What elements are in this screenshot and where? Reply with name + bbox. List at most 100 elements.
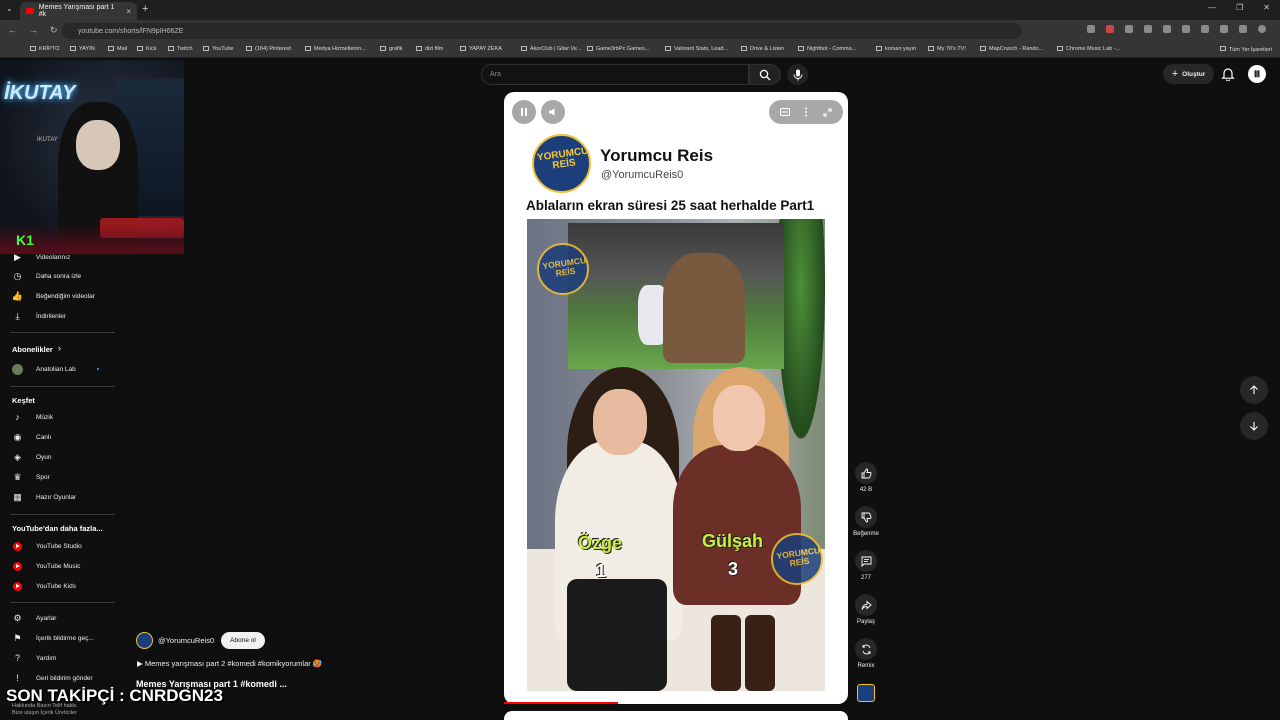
fullscreen-icon[interactable] bbox=[823, 108, 832, 117]
bookmark-item[interactable]: Chrome Music Lab -... bbox=[1057, 46, 1120, 52]
search-input[interactable]: Ara bbox=[481, 64, 749, 85]
bookmark-item[interactable]: YouTube bbox=[203, 46, 234, 52]
sidebar-item-beğendiğim-videolar[interactable]: 👍 Beğendiğim videolar bbox=[0, 286, 120, 306]
sidebar-item-youtube-kids[interactable]: YouTube Kids bbox=[0, 576, 120, 596]
bookmark-item[interactable]: AkorClub | Gitar Ve... bbox=[521, 46, 582, 52]
sidebar-item-label: YouTube Studio bbox=[36, 542, 82, 550]
extension-icon[interactable] bbox=[1087, 25, 1095, 33]
chevron-right-icon[interactable]: › bbox=[58, 343, 61, 353]
audio-source-thumbnail[interactable] bbox=[857, 684, 875, 702]
next-short-preview[interactable] bbox=[504, 711, 848, 720]
comments-action[interactable]: 277 bbox=[846, 550, 886, 581]
bookmark-item[interactable]: Kick bbox=[137, 46, 156, 52]
sidebar-item-youtube-studio[interactable]: YouTube Studio bbox=[0, 536, 120, 556]
arrow-up-icon bbox=[1250, 385, 1258, 394]
more-options-icon[interactable] bbox=[804, 107, 808, 117]
volume-button[interactable] bbox=[541, 100, 565, 124]
channel-logo[interactable]: YORUMCU REİS bbox=[532, 134, 591, 193]
sidebar-item-spor[interactable]: ♛ Spor bbox=[0, 467, 120, 487]
bookmark-item[interactable]: MapCrunch - Rando... bbox=[980, 46, 1043, 52]
sidebar-item-canlı[interactable]: ◉ Canlı bbox=[0, 427, 120, 447]
dislike-action[interactable]: Beğenme bbox=[846, 506, 886, 537]
arrow-down-icon bbox=[1250, 422, 1258, 431]
thumb-up-icon bbox=[861, 468, 871, 478]
extension-icon[interactable] bbox=[1144, 25, 1152, 33]
video-progress-bar[interactable] bbox=[504, 702, 618, 704]
previous-short-button[interactable] bbox=[1240, 376, 1268, 404]
sidebar-item-daha-sonra-izle[interactable]: ◷ Daha sonra izle bbox=[0, 266, 120, 286]
bookmark-item[interactable]: grafik bbox=[380, 46, 402, 52]
meta-channel-avatar[interactable] bbox=[136, 632, 153, 649]
subscriptions-heading[interactable]: Abonelikler bbox=[12, 345, 53, 354]
extension-icon[interactable] bbox=[1239, 25, 1247, 33]
footer-links-2[interactable]: Bize ulaşın İçerik Üreticiler bbox=[12, 710, 77, 717]
dislike-button[interactable] bbox=[855, 506, 877, 528]
extension-icon[interactable] bbox=[1182, 25, 1190, 33]
pause-button[interactable] bbox=[512, 100, 536, 124]
more-from-youtube-heading[interactable]: YouTube'dan daha fazla... bbox=[12, 524, 103, 533]
bookmarks-bar: Tüm Yer İşaretleri KRİPTO YAYIN Mail Kick Tw… bbox=[0, 42, 1280, 58]
sidebar-item-yardım[interactable]: ? Yardım bbox=[0, 648, 120, 668]
sidebar-item-ayarlar[interactable]: ⚙ Ayarlar bbox=[0, 608, 120, 628]
all-bookmarks[interactable]: Tüm Yer İşaretleri bbox=[1219, 46, 1272, 53]
bookmark-item[interactable]: Medya Hizmetlerim... bbox=[305, 46, 366, 52]
sidebar-item-videolarınız[interactable]: ▶ Videolarınız bbox=[0, 247, 120, 267]
linked-video-link[interactable]: ▶ Memes yarışması part 2 #komedi #komiky… bbox=[137, 659, 322, 668]
window-close-icon[interactable]: ✕ bbox=[1263, 3, 1270, 12]
close-tab-icon[interactable]: × bbox=[126, 7, 131, 16]
url-field[interactable]: youtube.com/shorts/lFN9pIH66ZE bbox=[62, 23, 1022, 39]
bookmark-item[interactable]: Drive & Listen bbox=[741, 46, 784, 52]
account-avatar[interactable]: Ⅲ bbox=[1248, 65, 1266, 83]
bookmark-item[interactable]: (164) Pinterest bbox=[246, 46, 291, 52]
sidebar-item-hazır-oyunlar[interactable]: ▦ Hazır Oyunlar bbox=[0, 487, 120, 507]
extension-icon[interactable] bbox=[1220, 25, 1228, 33]
extension-icon[interactable] bbox=[1106, 25, 1114, 33]
like-action[interactable]: 42 B bbox=[846, 462, 886, 493]
thumb-down-icon bbox=[861, 512, 871, 522]
subscribe-button[interactable]: Abone ol bbox=[221, 632, 265, 649]
voice-search-button[interactable] bbox=[787, 64, 808, 85]
like-button[interactable] bbox=[855, 462, 877, 484]
next-short-button[interactable] bbox=[1240, 412, 1268, 440]
maximize-icon[interactable]: ❐ bbox=[1236, 3, 1243, 12]
extension-icon[interactable] bbox=[1125, 25, 1133, 33]
sidebar-item-i-çerik-bildirme-geç-[interactable]: ⚑ İçerik bildirme geç... bbox=[0, 628, 120, 648]
bookmark-item[interactable]: Nightbot - Comma... bbox=[798, 46, 856, 52]
notifications-bell-icon[interactable] bbox=[1221, 67, 1235, 81]
bookmark-item[interactable]: YAPAY ZEKA bbox=[460, 46, 502, 52]
extension-icon[interactable] bbox=[1201, 25, 1209, 33]
sidebar-item-oyun[interactable]: ◈ Oyun bbox=[0, 447, 120, 467]
captions-icon[interactable] bbox=[780, 108, 791, 116]
bookmark-item[interactable]: Twitch bbox=[168, 46, 193, 52]
remix-action[interactable]: Remix bbox=[846, 638, 886, 669]
remix-button[interactable] bbox=[855, 638, 877, 660]
shorts-player[interactable]: YORUMCU REİS Yorumcu Reis @YorumcuReis0 … bbox=[504, 92, 848, 704]
flag-icon: ⚑ bbox=[13, 632, 22, 643]
short-title[interactable]: Memes Yarışması part 1 #komedi ... bbox=[136, 679, 287, 689]
new-tab-icon[interactable]: + bbox=[142, 3, 148, 15]
bookmark-item[interactable]: Game3rbPc Games... bbox=[587, 46, 649, 52]
minimize-icon[interactable]: — bbox=[1208, 3, 1216, 12]
comments-button[interactable] bbox=[855, 550, 877, 572]
bookmark-item[interactable]: dizi film bbox=[416, 46, 443, 52]
sidebar-item-müzik[interactable]: ♪ Müzik bbox=[0, 407, 120, 427]
sidebar-item-anatolian-lab[interactable]: Anatolian Lab bbox=[0, 359, 120, 379]
create-button[interactable]: + Oluştur bbox=[1163, 64, 1214, 84]
explore-heading[interactable]: Keşfet bbox=[12, 396, 35, 405]
bookmark-label: YouTube bbox=[212, 46, 234, 52]
bookmark-item[interactable]: My 70's TV! bbox=[928, 46, 966, 52]
share-button[interactable] bbox=[855, 594, 877, 616]
bookmark-item[interactable]: Valorant Stats, Lead... bbox=[665, 46, 728, 52]
bookmark-item[interactable]: korsan yayın bbox=[876, 46, 916, 52]
profile-icon[interactable] bbox=[1258, 25, 1266, 33]
bookmark-icon bbox=[416, 46, 422, 51]
search-button[interactable] bbox=[749, 64, 781, 85]
share-action[interactable]: Paylaş bbox=[846, 594, 886, 625]
sidebar-item-i-ndirilenler[interactable]: ⤓ İndirilenler bbox=[0, 306, 120, 326]
sidebar-item-geri-bildirim-gönder[interactable]: ! Geri bildirim gönder bbox=[0, 668, 120, 688]
meta-channel-handle[interactable]: @YorumcuReis0 bbox=[158, 636, 214, 645]
live-icon: ◉ bbox=[13, 431, 22, 442]
extension-icon[interactable] bbox=[1163, 25, 1171, 33]
sidebar-item-youtube-music[interactable]: YouTube Music bbox=[0, 556, 120, 576]
bookmark-label: Twitch bbox=[177, 46, 193, 52]
